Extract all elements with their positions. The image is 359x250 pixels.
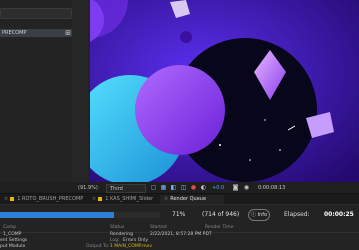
render-status: Rendering — [110, 232, 133, 237]
zoom-dropdown[interactable]: (91.9%) — [78, 185, 98, 191]
render-frame-count: (714 of 946) — [202, 211, 240, 218]
composition-viewer[interactable] — [90, 0, 359, 182]
close-icon[interactable]: × — [92, 196, 96, 202]
tab-render-queue[interactable]: × Render Queue — [160, 195, 224, 204]
tab-roto-brush-precomp[interactable]: × 1 ROTO_BRUSH_PRECOMP — [0, 195, 83, 204]
region-of-interest-icon[interactable]: ▢ — [150, 184, 157, 191]
snapshot-icon[interactable]: ◙ — [232, 184, 239, 191]
color-channel-icon[interactable]: ● — [190, 184, 197, 191]
close-icon[interactable]: × — [164, 196, 168, 202]
elapsed-value: 00:00:25 — [324, 211, 354, 218]
elapsed-label: Elapsed: — [284, 211, 310, 218]
log-dropdown[interactable]: Errors Only — [123, 238, 148, 243]
info-button[interactable]: ⓘ Info — [248, 209, 270, 221]
panel-tabs: × 1 ROTO_BRUSH_PRECOMP × 1 KAS_SHIMI_Slide… — [0, 194, 359, 205]
project-panel-scroll-area[interactable] — [72, 0, 88, 184]
tab-kas-shimi-slider[interactable]: × 1 KAS_SHIMI_Slider — [88, 195, 153, 204]
render-progress-fill — [0, 212, 114, 218]
column-header-comp[interactable]: Comp — [3, 225, 16, 230]
column-header-status[interactable]: Status — [110, 225, 124, 230]
column-header-started[interactable]: Started — [150, 225, 167, 230]
project-search-input[interactable] — [0, 8, 72, 19]
comp-name: 1_COMP — [3, 232, 22, 237]
column-header-render-time[interactable]: Render Time — [205, 225, 233, 230]
render-percent: 71% — [172, 211, 186, 218]
info-label: Info — [257, 212, 268, 218]
render-started: 2/22/2021, 8:57:28 PM PDT — [150, 232, 212, 237]
tab-label: Render Queue — [170, 196, 207, 202]
close-icon[interactable]: × — [4, 196, 8, 202]
show-channel-icon[interactable]: ◉ — [243, 184, 250, 191]
output-file-link[interactable]: 1 MAIN_COMP.mov — [110, 244, 152, 249]
composition-color-icon — [10, 196, 15, 201]
output-to-label: Output To: — [86, 244, 110, 249]
table-row[interactable]: put Module Output To: 1 MAIN_COMP.mov — [0, 244, 359, 250]
exposure-value[interactable]: +0.0 — [212, 185, 224, 191]
render-settings-label: ent Settings — [0, 238, 28, 243]
current-timecode[interactable]: 0:00:08:13 — [258, 185, 285, 191]
tab-label: 1 KAS_SHIMI_Slider — [105, 196, 154, 202]
render-progress-bar — [0, 212, 160, 218]
mask-view-icon[interactable]: ◧ — [170, 184, 177, 191]
tab-label: 1 ROTO_BRUSH_PRECOMP — [17, 196, 84, 202]
log-label: Log: — [110, 238, 120, 243]
viewer-toolbar: (91.9%) Third ▢ ▦ ◧ ◫ ● ◐ +0.0 ◙ ◉ 0:00:… — [0, 182, 359, 194]
resolution-dropdown[interactable]: Third — [106, 184, 146, 193]
info-icon: ⓘ — [250, 212, 256, 218]
transparency-grid-icon[interactable]: ▦ — [160, 184, 167, 191]
composition-icon: ⊞ — [65, 29, 71, 37]
resolution-label: Third — [110, 186, 123, 192]
3d-view-icon[interactable]: ◫ — [180, 184, 187, 191]
project-item-precomp[interactable]: PRECOMP — [0, 29, 72, 37]
exposure-icon[interactable]: ◐ — [200, 184, 207, 191]
output-module-label: put Module — [0, 244, 26, 249]
composition-color-icon — [98, 196, 103, 201]
viewer-render-art — [90, 0, 359, 182]
project-item-label: PRECOMP — [2, 30, 27, 36]
